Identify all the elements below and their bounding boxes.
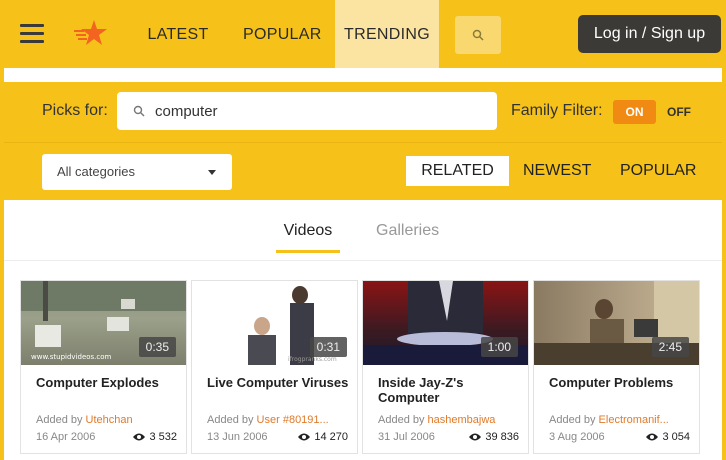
author-link[interactable]: Electromanif... <box>599 414 669 426</box>
sort-related-tab[interactable]: RELATED <box>406 156 509 186</box>
picks-for-label: Picks for: <box>42 102 108 119</box>
top-navigation-bar: LATEST POPULAR TRENDING Log in / Sign up <box>0 0 726 68</box>
category-dropdown-value: All categories <box>57 164 136 179</box>
video-views: 39 836 <box>468 431 519 443</box>
view-count: 39 836 <box>485 431 519 443</box>
video-duration: 0:35 <box>138 337 176 357</box>
sort-newest-tab[interactable]: NEWEST <box>523 156 591 186</box>
svg-text:ifrogpranks.com: ifrogpranks.com <box>288 356 337 363</box>
author-link[interactable]: Utehchan <box>86 414 133 426</box>
added-by-label: Added by <box>549 414 596 426</box>
results-panel: Videos Galleries www.stupidvideos.com 0:… <box>4 200 722 460</box>
chevron-down-icon <box>208 170 216 175</box>
eye-icon <box>133 433 146 441</box>
search-icon <box>472 29 484 41</box>
login-signup-button[interactable]: Log in / Sign up <box>578 15 721 53</box>
video-title[interactable]: Inside Jay-Z's Computer <box>378 375 523 405</box>
added-by-label: Added by <box>36 414 83 426</box>
video-thumbnail[interactable]: www.stupidvideos.com 0:35 <box>21 281 186 365</box>
video-duration: 2:45 <box>651 337 689 357</box>
video-duration: 1:00 <box>480 337 518 357</box>
video-meta: 3 Aug 2006 3 054 <box>549 431 696 443</box>
eye-icon <box>469 433 482 441</box>
tab-galleries[interactable]: Galleries <box>376 222 439 240</box>
video-author: Added by Utehchan <box>36 414 181 426</box>
video-date: 16 Apr 2006 <box>36 431 96 443</box>
video-date: 3 Aug 2006 <box>549 431 605 443</box>
video-thumbnail[interactable]: 1:00 <box>363 281 528 365</box>
author-link[interactable]: hashembajwa <box>428 414 496 426</box>
video-date: 13 Jun 2006 <box>207 431 268 443</box>
hamburger-menu-icon[interactable] <box>20 24 44 44</box>
family-filter-off-toggle[interactable]: OFF <box>662 100 696 124</box>
video-views: 3 054 <box>645 431 690 443</box>
picks-bar: Picks for: Family Filter: ON OFF <box>4 82 722 142</box>
family-filter-label: Family Filter: <box>511 102 603 119</box>
video-thumbnail[interactable]: ifrogpranks.com 0:31 <box>192 281 357 365</box>
video-card[interactable]: 1:00 Inside Jay-Z's Computer Added by ha… <box>362 280 529 454</box>
search-button[interactable] <box>455 16 501 54</box>
eye-icon <box>298 433 311 441</box>
nav-popular[interactable]: POPULAR <box>243 0 321 68</box>
video-card[interactable]: 2:45 Computer Problems Added by Electrom… <box>533 280 700 454</box>
header-separator <box>4 68 722 82</box>
video-author: Added by hashembajwa <box>378 414 523 426</box>
sort-popular-tab[interactable]: POPULAR <box>620 156 696 186</box>
video-author: Added by Electromanif... <box>549 414 694 426</box>
video-meta: 31 Jul 2006 39 836 <box>378 431 525 443</box>
added-by-label: Added by <box>207 414 254 426</box>
view-count: 3 054 <box>662 431 690 443</box>
author-link[interactable]: User #80191... <box>257 414 329 426</box>
site-logo-star-icon[interactable] <box>72 18 108 48</box>
tab-videos[interactable]: Videos <box>276 222 340 253</box>
video-title[interactable]: Live Computer Viruses <box>207 375 352 390</box>
video-duration: 0:31 <box>309 337 347 357</box>
tab-divider <box>4 260 722 261</box>
video-title[interactable]: Computer Problems <box>549 375 694 390</box>
video-title[interactable]: Computer Explodes <box>36 375 181 390</box>
video-meta: 16 Apr 2006 3 532 <box>36 431 183 443</box>
video-views: 3 532 <box>132 431 177 443</box>
view-count: 14 270 <box>314 431 348 443</box>
filter-bar: All categories RELATED NEWEST POPULAR <box>4 142 722 200</box>
category-dropdown[interactable]: All categories <box>42 154 232 190</box>
svg-text:www.stupidvideos.com: www.stupidvideos.com <box>31 353 112 361</box>
nav-latest[interactable]: LATEST <box>146 0 210 68</box>
video-meta: 13 Jun 2006 14 270 <box>207 431 354 443</box>
video-views: 14 270 <box>297 431 348 443</box>
view-count: 3 532 <box>149 431 177 443</box>
video-card[interactable]: ifrogpranks.com 0:31 Live Computer Virus… <box>191 280 358 454</box>
picks-search-field[interactable] <box>117 92 497 130</box>
family-filter-on-toggle[interactable]: ON <box>613 100 656 124</box>
picks-search-input[interactable] <box>155 92 485 130</box>
video-thumbnail[interactable]: 2:45 <box>534 281 699 365</box>
video-date: 31 Jul 2006 <box>378 431 435 443</box>
added-by-label: Added by <box>378 414 425 426</box>
video-card[interactable]: www.stupidvideos.com 0:35 Computer Explo… <box>20 280 187 454</box>
video-author: Added by User #80191... <box>207 414 352 426</box>
search-icon <box>133 105 145 117</box>
eye-icon <box>646 433 659 441</box>
nav-trending[interactable]: TRENDING <box>335 0 439 68</box>
